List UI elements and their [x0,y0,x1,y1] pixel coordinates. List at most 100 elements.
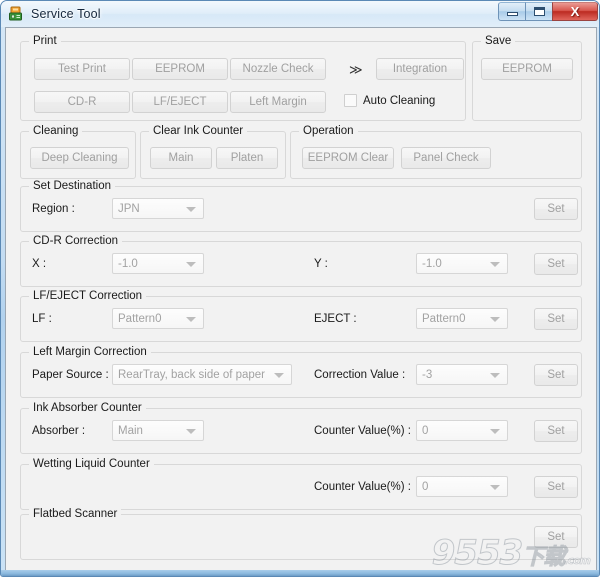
eeprom-print-button[interactable]: EEPROM [132,58,228,80]
eject-value: Pattern0 [422,312,466,325]
save-group: Save EEPROM [472,35,582,121]
titlebar[interactable]: Service Tool X [1,1,599,27]
flatbed-scanner-set-button[interactable]: Set [534,526,578,548]
left-margin-correction-legend: Left Margin Correction [29,346,151,359]
minimize-button[interactable] [498,2,526,21]
paper-source-label: Paper Source : [32,369,109,381]
lf-value: Pattern0 [118,312,162,325]
print-group-legend: Print [29,35,61,48]
save-group-legend: Save [481,35,516,48]
lf-eject-set-button[interactable]: Set [534,308,578,330]
cleaning-group: Cleaning Deep Cleaning [20,125,136,179]
eeprom-clear-button[interactable]: EEPROM Clear [302,147,394,169]
wetting-counter-select[interactable]: 0 [416,476,508,497]
nozzle-check-label: Nozzle Check [242,63,314,75]
panel-check-button[interactable]: Panel Check [401,147,491,169]
chevron-down-icon [186,428,196,434]
ink-absorber-set-button[interactable]: Set [534,420,578,442]
chevron-down-icon [186,261,196,267]
set-destination-group: Set Destination Region : JPN Set [20,180,582,232]
test-print-button[interactable]: Test Print [34,58,130,80]
auto-cleaning-checkbox[interactable] [344,94,357,107]
auto-cleaning-checkbox-row[interactable]: Auto Cleaning [344,94,435,107]
cdr-correction-set-button[interactable]: Set [534,253,578,275]
cdr-correction-group: CD-R Correction X : -1.0 Y : -1.0 Set [20,235,582,287]
wetting-liquid-counter-group: Wetting Liquid Counter Counter Value(%) … [20,458,582,510]
eject-select[interactable]: Pattern0 [416,308,508,329]
lf-eject-button[interactable]: LF/EJECT [132,91,228,113]
region-value: JPN [118,202,140,215]
lf-select[interactable]: Pattern0 [112,308,204,329]
cdr-correction-set-label: Set [547,258,565,270]
chevron-down-icon [490,484,500,490]
left-margin-button[interactable]: Left Margin [230,91,326,113]
absorber-counter-select[interactable]: 0 [416,420,508,441]
client-area: Print Test Print EEPROM Nozzle Check CD-… [5,27,597,572]
ink-absorber-counter-legend: Ink Absorber Counter [29,402,146,415]
clear-ink-counter-legend: Clear Ink Counter [149,125,248,138]
left-margin-correction-group: Left Margin Correction Paper Source : Re… [20,346,582,398]
print-group: Print Test Print EEPROM Nozzle Check CD-… [20,35,466,121]
close-button[interactable]: X [552,2,598,21]
cdr-correction-legend: CD-R Correction [29,235,122,248]
clear-ink-main-button[interactable]: Main [150,147,212,169]
set-destination-set-button[interactable]: Set [534,198,578,220]
chevron-down-icon [490,428,500,434]
flatbed-scanner-set-label: Set [547,531,565,543]
clear-ink-platen-label: Platen [230,152,264,164]
set-destination-set-label: Set [547,203,565,215]
cdr-x-select[interactable]: -1.0 [112,253,204,274]
correction-value-select[interactable]: -3 [416,364,508,385]
maximize-button[interactable] [525,2,553,21]
chevron-down-icon [274,372,284,378]
window-title: Service Tool [31,7,101,21]
correction-value-value: -3 [422,368,433,381]
panel-check-label: Panel Check [413,152,479,164]
lf-eject-correction-group: LF/EJECT Correction LF : Pattern0 EJECT … [20,290,582,342]
clear-ink-counter-group: Clear Ink Counter Main Platen [140,125,286,179]
left-margin-label: Left Margin [249,96,307,108]
cdr-button[interactable]: CD-R [34,91,130,113]
absorber-label: Absorber : [32,425,86,437]
double-chevron-right-icon: ≫ [349,62,363,77]
set-destination-legend: Set Destination [29,180,115,193]
service-tool-window: Service Tool X Print Test Print EEPROM N… [0,0,600,577]
lf-eject-label: LF/EJECT [153,96,207,108]
nozzle-check-button[interactable]: Nozzle Check [230,58,326,80]
wetting-liquid-counter-legend: Wetting Liquid Counter [29,458,154,471]
region-select[interactable]: JPN [112,198,204,219]
clear-ink-main-label: Main [168,152,194,164]
window-controls: X [498,2,598,21]
save-eeprom-button[interactable]: EEPROM [481,58,573,80]
absorber-counter-label: Counter Value(%) : [314,425,411,437]
ink-absorber-counter-group: Ink Absorber Counter Absorber : Main Cou… [20,402,582,454]
save-eeprom-label: EEPROM [502,63,552,75]
deep-cleaning-button[interactable]: Deep Cleaning [30,147,129,169]
ink-absorber-set-label: Set [547,425,565,437]
maximize-icon [533,7,545,16]
cdr-y-select[interactable]: -1.0 [416,253,508,274]
lf-label: LF : [32,313,52,325]
paper-source-select[interactable]: RearTray, back side of paper [112,364,292,385]
chevron-down-icon [490,261,500,267]
left-margin-set-label: Set [547,369,565,381]
cdr-x-value: -1.0 [118,257,138,270]
printer-app-icon [8,6,24,22]
chevron-down-icon [186,316,196,322]
wetting-liquid-set-button[interactable]: Set [534,476,578,498]
test-print-label: Test Print [58,63,106,75]
paper-source-value: RearTray, back side of paper [118,368,266,381]
absorber-select[interactable]: Main [112,420,204,441]
cdr-x-label: X : [32,258,47,270]
wetting-counter-value: 0 [422,480,429,493]
left-margin-set-button[interactable]: Set [534,364,578,386]
integration-button[interactable]: Integration [376,58,464,80]
absorber-value: Main [118,424,143,437]
auto-cleaning-label: Auto Cleaning [363,94,436,107]
minimize-icon [506,12,518,16]
operation-group-legend: Operation [299,125,358,138]
flatbed-scanner-group: Flatbed Scanner Set [20,508,582,560]
absorber-counter-value: 0 [422,424,429,437]
clear-ink-platen-button[interactable]: Platen [216,147,278,169]
close-icon: X [570,4,580,19]
